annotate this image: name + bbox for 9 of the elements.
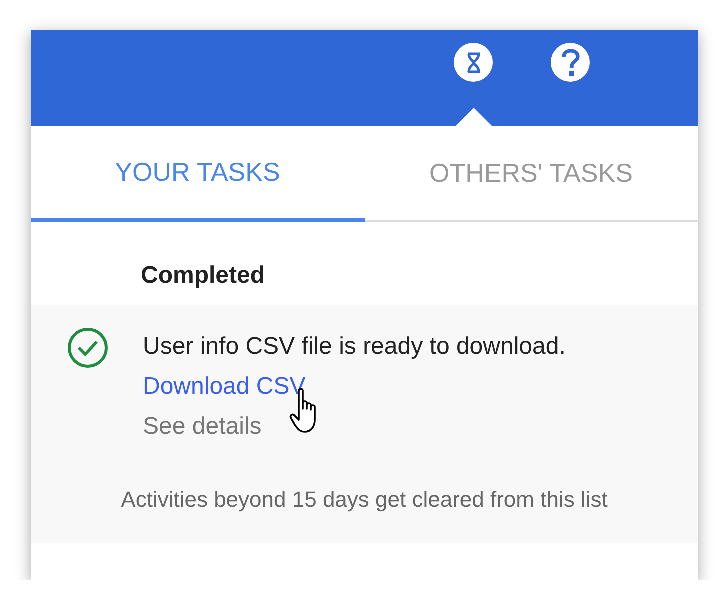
tab[interactable]: YOUR TASKS: [31, 126, 364, 222]
tab[interactable]: OTHERS' TASKS: [364, 126, 698, 220]
details-link[interactable]: See details: [143, 407, 262, 447]
download-link[interactable]: Download CSV: [143, 367, 306, 407]
help-icon[interactable]: [551, 43, 590, 82]
hourglass-icon[interactable]: [454, 43, 493, 82]
task-message: User info CSV file is ready to download.: [143, 332, 566, 362]
section-title: Completed: [140, 261, 266, 291]
retention-note: Activities beyond 15 days get cleared from this list: [120, 486, 609, 514]
